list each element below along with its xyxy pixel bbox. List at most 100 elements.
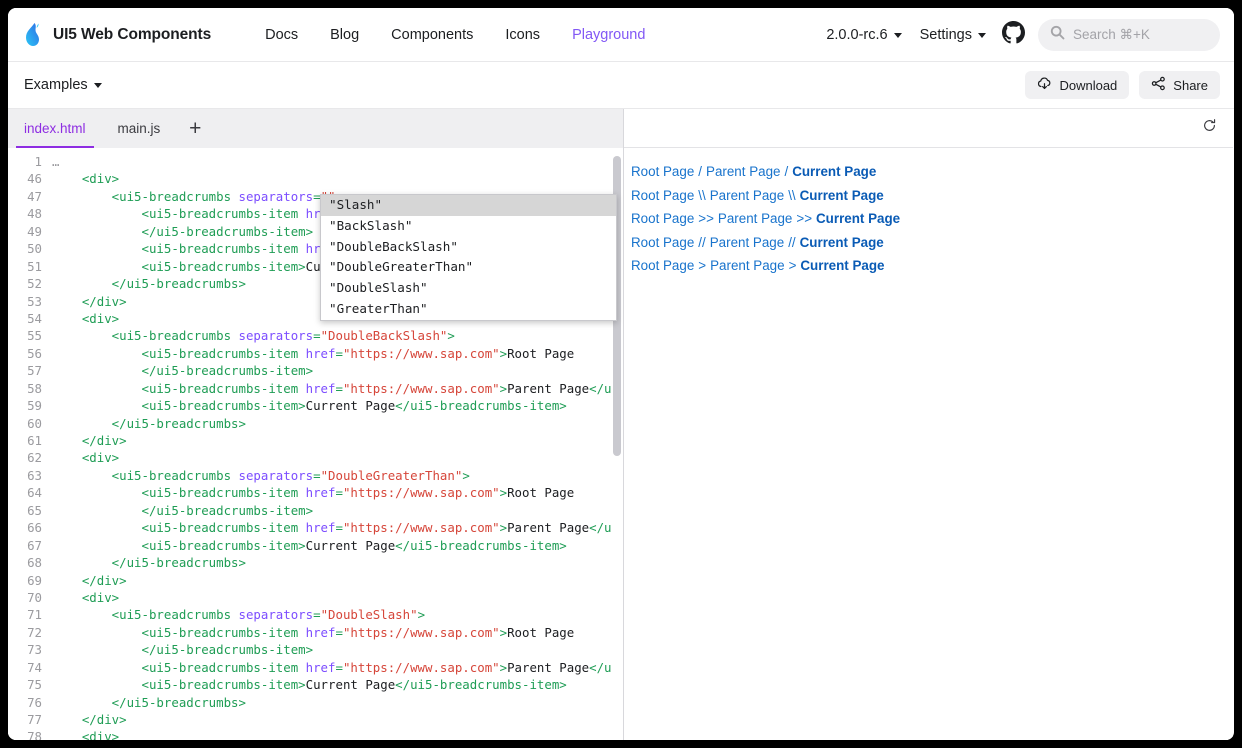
code-line: 57 </ui5-breadcrumbs-item>: [8, 362, 623, 379]
code-token: <ui5-breadcrumbs-item: [52, 520, 306, 535]
breadcrumb-link-root[interactable]: Root Page: [631, 258, 694, 273]
code-token: <ui5-breadcrumbs: [52, 328, 239, 343]
tab-main-js[interactable]: main.js: [102, 109, 177, 148]
editor-tab-bar: index.html main.js +: [8, 109, 623, 148]
code-token: </ui5-breadcrumbs-item>: [52, 503, 313, 518]
line-content: <ui5-breadcrumbs-item href="https://www.…: [52, 380, 623, 397]
breadcrumb-link-parent[interactable]: Parent Page: [710, 188, 784, 203]
code-token: href: [306, 485, 336, 500]
search-input[interactable]: Search ⌘+K: [1038, 19, 1220, 51]
line-content: </ui5-breadcrumbs-item>: [52, 502, 623, 519]
nav-link-blog[interactable]: Blog: [314, 27, 375, 43]
breadcrumb-link-root[interactable]: Root Page: [631, 211, 694, 226]
refresh-icon: [1202, 118, 1217, 138]
line-content: </div>: [52, 711, 623, 728]
code-token: "https://www.sap.com": [343, 485, 500, 500]
code-token: =: [335, 346, 342, 361]
code-token: Cu: [306, 259, 321, 274]
code-token: >: [500, 520, 507, 535]
line-number: 1: [8, 153, 52, 170]
refresh-preview-button[interactable]: [1194, 113, 1224, 143]
breadcrumb-separator: \\: [784, 188, 799, 203]
code-line: 76 </ui5-breadcrumbs>: [8, 694, 623, 711]
code-token: </ui5-breadcrumbs-item>: [395, 677, 567, 692]
code-line: 66 <ui5-breadcrumbs-item href="https://w…: [8, 519, 623, 536]
code-token: "DoubleBackSlash": [321, 328, 448, 343]
line-content: </ui5-breadcrumbs-item>: [52, 641, 623, 658]
code-token: >: [500, 625, 507, 640]
playground-split-view: index.html main.js + 1…46 <div>47 <ui5-b…: [8, 108, 1234, 740]
autocomplete-option[interactable]: "DoubleGreaterThan": [321, 257, 616, 278]
settings-selector[interactable]: Settings: [920, 27, 986, 43]
line-content: <ui5-breadcrumbs-item>Current Page</ui5-…: [52, 537, 623, 554]
code-token: </ui5-breadcrumbs-item>: [52, 363, 313, 378]
breadcrumb: Root Page>Parent Page>Current Page: [624, 254, 1233, 278]
breadcrumb-current: Current Page: [800, 235, 884, 250]
code-token: Current Page: [306, 538, 396, 553]
download-cloud-icon: [1037, 76, 1059, 94]
nav-link-playground[interactable]: Playground: [556, 27, 661, 43]
autocomplete-option[interactable]: "BackSlash": [321, 216, 616, 237]
code-token: </div>: [52, 433, 127, 448]
breadcrumb-link-root[interactable]: Root Page: [631, 235, 694, 250]
code-token: </ui5-breadcrumbs>: [52, 276, 246, 291]
code-token: Parent Page: [507, 660, 589, 675]
autocomplete-option[interactable]: "Slash": [321, 195, 616, 216]
code-token: <ui5-breadcrumbs-item>: [52, 538, 306, 553]
line-number: 75: [8, 676, 52, 693]
code-token: <ui5-breadcrumbs-item: [52, 206, 306, 221]
plus-icon[interactable]: +: [176, 109, 214, 148]
version-selector[interactable]: 2.0.0-rc.6: [826, 27, 901, 43]
share-button[interactable]: Share: [1139, 71, 1220, 99]
nav-link-components[interactable]: Components: [375, 27, 489, 43]
brand-home-link[interactable]: UI5 Web Components: [22, 22, 211, 48]
code-token: <ui5-breadcrumbs-item>: [52, 677, 306, 692]
examples-dropdown[interactable]: Examples: [24, 77, 102, 93]
line-content: <ui5-breadcrumbs separators="DoubleSlash…: [52, 606, 623, 623]
download-button[interactable]: Download: [1025, 71, 1129, 99]
breadcrumb-link-parent[interactable]: Parent Page: [710, 235, 784, 250]
breadcrumb-link-parent[interactable]: Parent Page: [710, 258, 784, 273]
breadcrumb-separator: >: [694, 258, 710, 273]
code-editor[interactable]: 1…46 <div>47 <ui5-breadcrumbs separators…: [8, 148, 623, 740]
breadcrumb-link-parent[interactable]: Parent Page: [706, 164, 780, 179]
breadcrumb-link-root[interactable]: Root Page: [631, 164, 694, 179]
code-token: </ui5-breadcrumbs-item>: [395, 538, 567, 553]
autocomplete-option[interactable]: "DoubleSlash": [321, 278, 616, 299]
nav-link-icons[interactable]: Icons: [489, 27, 556, 43]
nav-link-docs[interactable]: Docs: [249, 27, 314, 43]
code-token: =: [335, 381, 342, 396]
line-content: <div>: [52, 589, 623, 606]
code-line: 65 </ui5-breadcrumbs-item>: [8, 502, 623, 519]
autocomplete-option[interactable]: "DoubleBackSlash": [321, 237, 616, 258]
line-content: </ui5-breadcrumbs>: [52, 694, 623, 711]
share-label: Share: [1173, 78, 1208, 93]
code-line: 59 <ui5-breadcrumbs-item>Current Page</u…: [8, 397, 623, 414]
ui5-flame-logo-icon: [22, 22, 44, 48]
breadcrumb: Root Page/Parent Page/Current Page: [624, 160, 1233, 184]
github-link[interactable]: [1000, 22, 1026, 48]
code-token: <ui5-breadcrumbs-item>: [52, 259, 306, 274]
breadcrumb-link-root[interactable]: Root Page: [631, 188, 694, 203]
breadcrumb-separator: \\: [694, 188, 709, 203]
line-number: 62: [8, 449, 52, 466]
chevron-down-icon: [978, 33, 986, 38]
toolbar-actions: Download Share: [1025, 62, 1220, 108]
code-token: <div>: [52, 729, 119, 740]
code-token: >: [418, 607, 425, 622]
autocomplete-popup[interactable]: "Slash""BackSlash""DoubleBackSlash""Doub…: [320, 194, 617, 321]
line-content: </ui5-breadcrumbs>: [52, 554, 623, 571]
code-token: </u: [589, 520, 611, 535]
code-token: =: [335, 520, 342, 535]
autocomplete-option[interactable]: "GreaterThan": [321, 299, 616, 320]
breadcrumb: Root Page//Parent Page//Current Page: [624, 231, 1233, 255]
code-token: =: [313, 607, 320, 622]
line-number: 52: [8, 275, 52, 292]
breadcrumb-link-parent[interactable]: Parent Page: [718, 211, 792, 226]
code-token: </div>: [52, 712, 127, 727]
tab-index-html[interactable]: index.html: [8, 109, 102, 148]
code-token: <div>: [52, 171, 119, 186]
version-label: 2.0.0-rc.6: [826, 27, 887, 43]
playground-toolbar: Examples Download: [8, 62, 1234, 108]
code-line: 78 <div>: [8, 728, 623, 740]
